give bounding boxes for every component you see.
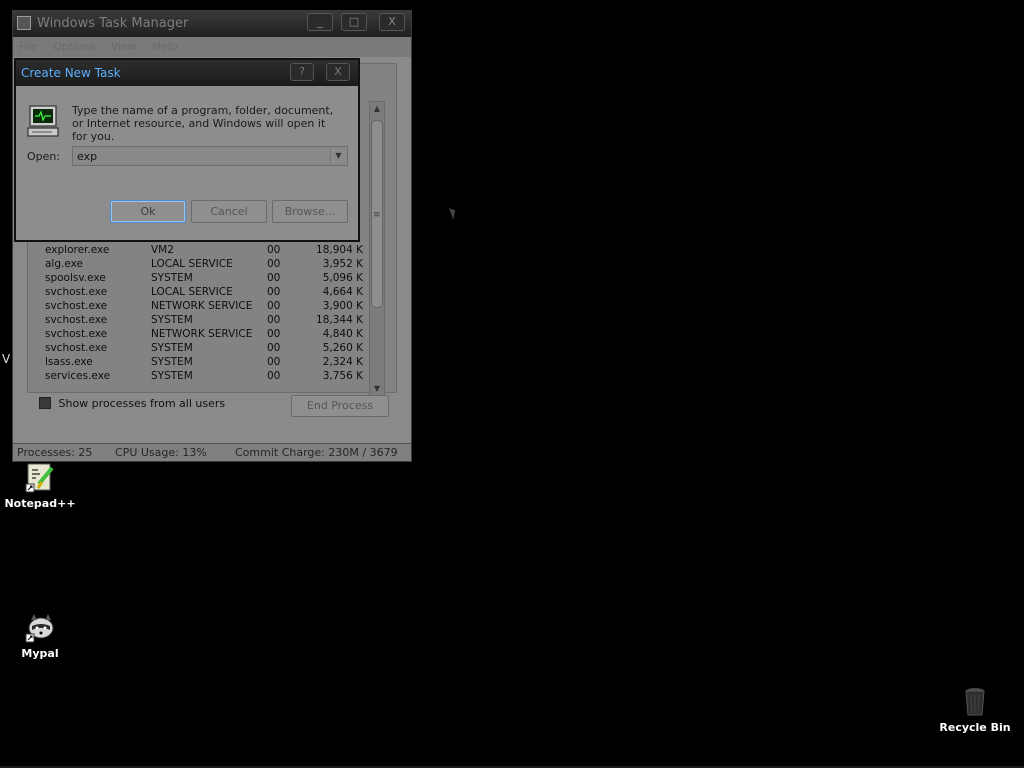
- process-row[interactable]: svchost.exe SYSTEM 00 5,260 K: [41, 341, 371, 355]
- process-row[interactable]: svchost.exe SYSTEM 00 18,344 K: [41, 313, 371, 327]
- process-name: svchost.exe: [45, 314, 108, 326]
- process-user: SYSTEM: [151, 342, 193, 354]
- process-memory: 3,756 K: [322, 370, 363, 382]
- show-all-processes-checkbox[interactable]: Show processes from all users: [39, 397, 225, 411]
- create-new-task-dialog: Create New Task ? X Type the name of a p…: [14, 58, 360, 242]
- process-list-scrollbar[interactable]: ▲ ≡ ▼: [369, 101, 385, 397]
- process-cpu: 00: [267, 272, 281, 284]
- dialog-titlebar[interactable]: Create New Task ? X: [16, 60, 358, 86]
- open-combobox[interactable]: exp ▼: [72, 146, 348, 166]
- task-manager-statusbar: Processes: 25 CPU Usage: 13% Commit Char…: [13, 443, 411, 461]
- checkbox-box[interactable]: [39, 397, 51, 409]
- process-memory: 4,664 K: [322, 286, 363, 298]
- process-user: LOCAL SERVICE: [151, 286, 233, 298]
- process-row[interactable]: explorer.exe VM2 00 18,904 K: [41, 243, 371, 257]
- open-input[interactable]: exp: [77, 150, 97, 163]
- minimize-button[interactable]: _: [307, 13, 333, 31]
- cancel-button[interactable]: Cancel: [191, 200, 267, 223]
- process-user: SYSTEM: [151, 272, 193, 284]
- process-memory: 5,260 K: [322, 342, 363, 354]
- process-name: svchost.exe: [45, 342, 108, 354]
- process-user: VM2: [151, 244, 174, 256]
- process-cpu: 00: [267, 300, 281, 312]
- status-cpu-usage: CPU Usage: 13%: [115, 446, 207, 459]
- task-manager-menubar: File Options View Help: [13, 37, 411, 57]
- dialog-description: Type the name of a program, folder, docu…: [72, 104, 334, 143]
- end-process-button[interactable]: End Process: [291, 395, 389, 417]
- process-row[interactable]: spoolsv.exe SYSTEM 00 5,096 K: [41, 271, 371, 285]
- process-user: SYSTEM: [151, 370, 193, 382]
- process-user: SYSTEM: [151, 314, 193, 326]
- process-row[interactable]: svchost.exe NETWORK SERVICE 00 4,840 K: [41, 327, 371, 341]
- process-cpu: 00: [267, 356, 281, 368]
- chevron-down-icon[interactable]: ▼: [330, 148, 346, 164]
- desktop-icon-mypal[interactable]: Mypal: [0, 612, 80, 660]
- process-memory: 4,840 K: [322, 328, 363, 340]
- browse-button[interactable]: Browse...: [272, 200, 348, 223]
- process-memory: 3,900 K: [322, 300, 363, 312]
- menu-options[interactable]: Options: [53, 40, 95, 53]
- process-cpu: 00: [267, 244, 281, 256]
- computer-run-icon: [27, 105, 59, 137]
- process-name: lsass.exe: [45, 356, 93, 368]
- process-name: spoolsv.exe: [45, 272, 106, 284]
- process-name: svchost.exe: [45, 300, 108, 312]
- scroll-up-icon[interactable]: ▲: [370, 102, 384, 116]
- scroll-grip-icon: ≡: [373, 210, 381, 220]
- process-memory: 3,952 K: [322, 258, 363, 270]
- maximize-button[interactable]: □: [341, 13, 367, 31]
- menu-file[interactable]: File: [19, 40, 37, 53]
- close-button[interactable]: X: [379, 13, 405, 31]
- task-manager-title: Windows Task Manager: [37, 16, 189, 31]
- process-cpu: 00: [267, 328, 281, 340]
- process-cpu: 00: [267, 286, 281, 298]
- ok-button[interactable]: Ok: [110, 200, 186, 223]
- process-name: alg.exe: [45, 258, 83, 270]
- process-row[interactable]: lsass.exe SYSTEM 00 2,324 K: [41, 355, 371, 369]
- desktop-icon-label: Mypal: [21, 647, 59, 660]
- recycle-bin-icon: [965, 688, 985, 716]
- mypal-raccoon-icon: [25, 614, 54, 643]
- process-cpu: 00: [267, 370, 281, 382]
- process-cpu: 00: [267, 314, 281, 326]
- task-manager-titlebar[interactable]: Windows Task Manager _ □ X: [13, 11, 411, 37]
- status-commit-charge: Commit Charge: 230M / 3679: [235, 446, 398, 459]
- process-user: NETWORK SERVICE: [151, 328, 253, 340]
- dialog-title: Create New Task: [21, 66, 121, 80]
- show-all-processes-label: Show processes from all users: [58, 397, 226, 410]
- process-memory: 2,324 K: [322, 356, 363, 368]
- process-name: svchost.exe: [45, 286, 108, 298]
- process-row[interactable]: services.exe SYSTEM 00 3,756 K: [41, 369, 371, 383]
- menu-help[interactable]: Help: [152, 40, 177, 53]
- process-row[interactable]: svchost.exe NETWORK SERVICE 00 3,900 K: [41, 299, 371, 313]
- process-memory: 18,904 K: [316, 244, 363, 256]
- process-name: svchost.exe: [45, 328, 108, 340]
- process-row[interactable]: alg.exe LOCAL SERVICE 00 3,952 K: [41, 257, 371, 271]
- process-list: explorer.exe VM2 00 18,904 K alg.exe LOCAL SE…: [41, 243, 371, 383]
- task-manager-icon: [17, 16, 31, 30]
- process-name: services.exe: [45, 370, 111, 382]
- process-user: LOCAL SERVICE: [151, 258, 233, 270]
- desktop-icon-notepad-plus-plus[interactable]: Notepad++: [0, 462, 80, 510]
- process-row[interactable]: svchost.exe LOCAL SERVICE 00 4,664 K: [41, 285, 371, 299]
- process-name: explorer.exe: [45, 244, 110, 256]
- menu-view[interactable]: View: [111, 40, 137, 53]
- process-cpu: 00: [267, 258, 281, 270]
- desktop-icon-recycle-bin[interactable]: Recycle Bin: [935, 686, 1015, 734]
- desktop-edge-text: V: [2, 352, 11, 366]
- desktop-icon-label: Recycle Bin: [939, 721, 1011, 734]
- dialog-close-button[interactable]: X: [326, 63, 350, 81]
- open-label: Open:: [27, 150, 61, 163]
- notepad-plus-plus-icon: [25, 463, 54, 493]
- scroll-down-icon[interactable]: ▼: [370, 382, 384, 396]
- process-user: SYSTEM: [151, 356, 193, 368]
- process-memory: 18,344 K: [316, 314, 363, 326]
- process-cpu: 00: [267, 342, 281, 354]
- process-user: NETWORK SERVICE: [151, 300, 253, 312]
- process-memory: 5,096 K: [322, 272, 363, 284]
- status-processes: Processes: 25: [17, 446, 93, 459]
- help-button[interactable]: ?: [290, 63, 314, 81]
- desktop-icon-label: Notepad++: [4, 497, 76, 510]
